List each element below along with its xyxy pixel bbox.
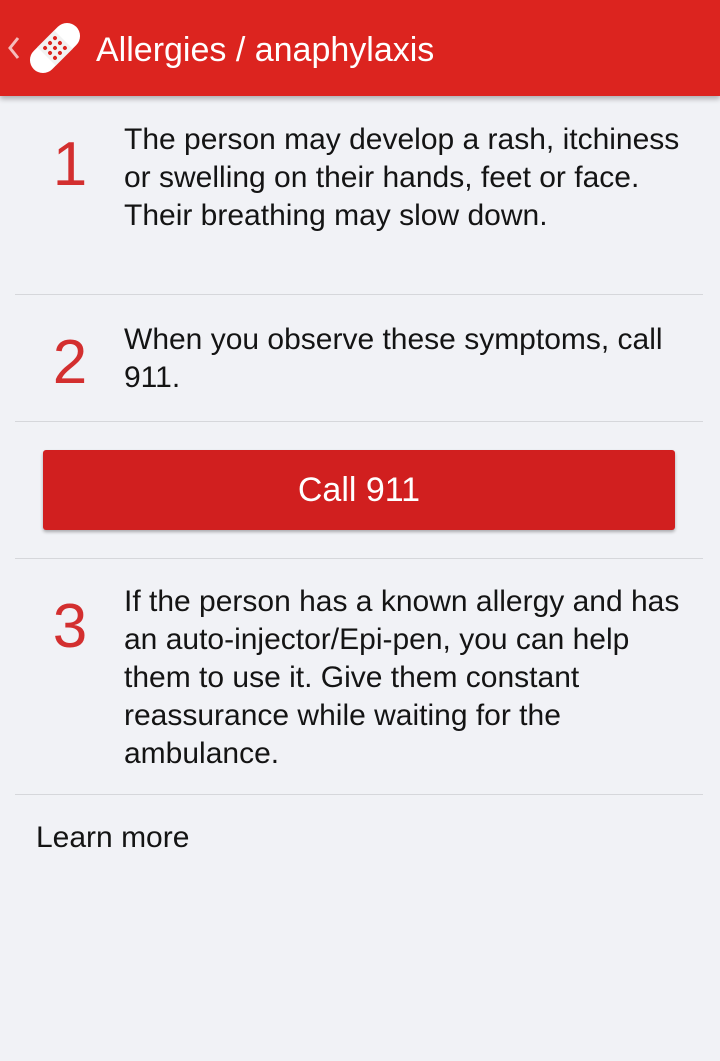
divider <box>15 794 703 795</box>
step-text: If the person has a known allergy and ha… <box>124 585 680 770</box>
step-number: 1 <box>52 130 88 199</box>
step-text: The person may develop a rash, itchiness… <box>124 123 680 232</box>
divider <box>15 294 703 295</box>
call-911-button[interactable]: Call 911 <box>43 450 675 530</box>
page-title: Allergies / anaphylaxis <box>96 31 435 69</box>
learn-more-link[interactable]: Learn more <box>36 818 189 858</box>
app-bar: Allergies / anaphylaxis <box>0 0 720 96</box>
step-number: 3 <box>52 592 88 661</box>
chevron-left-icon[interactable] <box>6 30 22 66</box>
bandage-icon <box>29 22 81 74</box>
divider <box>15 558 703 559</box>
step-number: 2 <box>52 328 88 397</box>
divider <box>15 421 703 422</box>
step-text: When you observe these symptoms, call 91… <box>124 323 663 394</box>
